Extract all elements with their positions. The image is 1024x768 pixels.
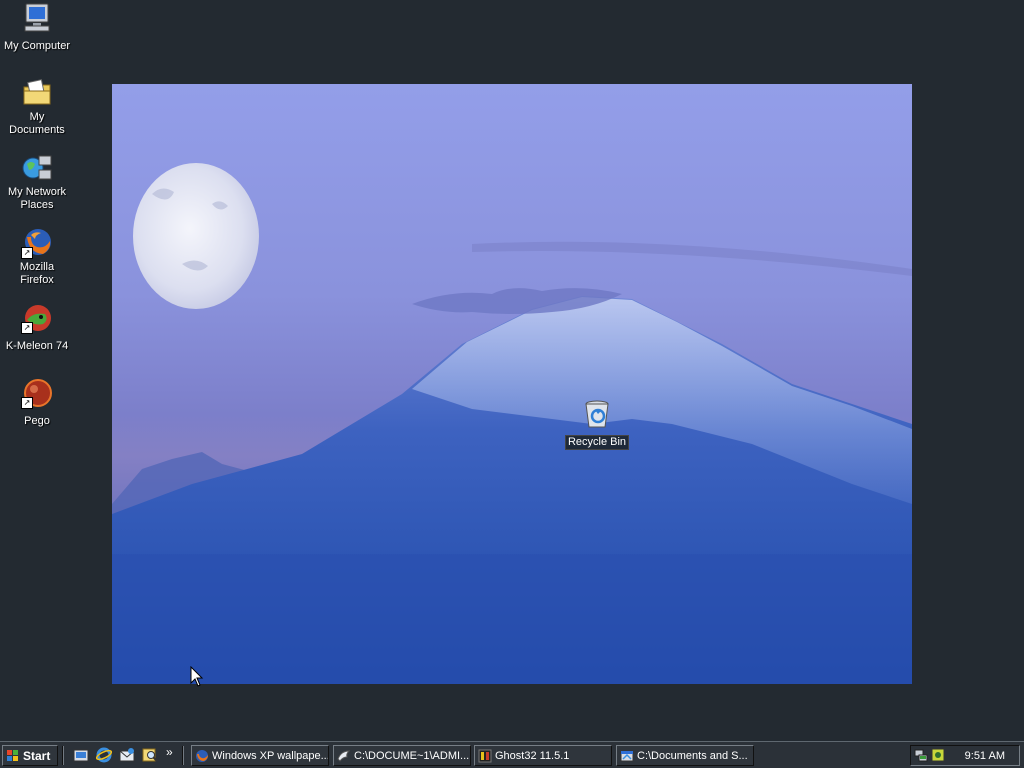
desktop-icon-label: Recycle Bin (564, 435, 630, 450)
task-button-ghost32[interactable]: Ghost32 11.5.1 (474, 745, 612, 766)
computer-icon (21, 2, 53, 34)
task-button-firefox[interactable]: Windows XP wallpape... (191, 745, 329, 766)
ghost-icon (478, 749, 492, 763)
desktop-icon-my-computer[interactable]: My Computer (0, 2, 74, 54)
shortcut-arrow-icon: ↗ (21, 322, 33, 334)
taskbar-clock[interactable]: 9:51 AM (965, 750, 1005, 762)
desktop[interactable]: My Computer My Documents My Network Plac… (0, 0, 1024, 741)
bird-icon (337, 749, 351, 763)
shortcut-arrow-icon: ↗ (21, 397, 33, 409)
system-tray: 9:51 AM (910, 745, 1020, 766)
task-button-label: Windows XP wallpape... (212, 749, 329, 762)
task-button-label: C:\DOCUME~1\ADMI... (354, 749, 470, 762)
start-label: Start (23, 748, 51, 763)
taskbar-separator (182, 746, 184, 765)
folder-documents-icon (21, 77, 53, 109)
desktop-icon-label: K-Meleon 74 (5, 340, 69, 352)
desktop-icon-label: Mozilla Firefox (19, 261, 55, 286)
firefox-icon (195, 749, 209, 763)
desktop-icon-recycle-bin[interactable]: Recycle Bin (560, 398, 634, 450)
desktop-icon-label: Pego (24, 415, 50, 427)
outlook-express-icon[interactable] (119, 747, 135, 763)
kmeleon-icon: ↗ (21, 302, 53, 334)
shortcut-arrow-icon: ↗ (21, 247, 33, 259)
taskbar: Start » Windows XP wallpape... C:\DOCUME… (0, 741, 1024, 768)
desktop-icon-label: My Computer (3, 40, 71, 52)
search-icon[interactable] (142, 747, 158, 763)
explorer-window-icon (620, 749, 634, 763)
wallpaper-image (112, 84, 912, 684)
task-button-label: Ghost32 11.5.1 (495, 749, 570, 762)
wallpaper-mountain-moon (112, 84, 912, 684)
desktop-icon-label: My Network Places (7, 186, 67, 211)
mouse-cursor-icon (190, 665, 204, 693)
task-button-explorer[interactable]: C:\Documents and S... (616, 745, 754, 766)
task-button-label: C:\Documents and S... (637, 749, 748, 762)
taskbar-separator (62, 746, 64, 765)
pego-icon: ↗ (21, 377, 53, 409)
firefox-icon: ↗ (21, 227, 53, 259)
network-places-icon (21, 152, 53, 184)
quick-launch-more-chevron[interactable]: » (166, 745, 173, 759)
task-button-command-window[interactable]: C:\DOCUME~1\ADMI... (333, 745, 471, 766)
desktop-icon-pego[interactable]: ↗ Pego (0, 377, 74, 429)
desktop-icon-k-meleon[interactable]: ↗ K-Meleon 74 (0, 302, 74, 354)
desktop-icon-mozilla-firefox[interactable]: ↗ Mozilla Firefox (0, 227, 74, 288)
desktop-icon-my-network-places[interactable]: My Network Places (0, 152, 74, 213)
windows-logo-icon (6, 749, 20, 763)
network-tray-icon[interactable] (914, 748, 928, 762)
recycle-bin-icon (581, 398, 613, 430)
internet-explorer-icon[interactable] (95, 747, 113, 763)
utility-tray-icon[interactable] (931, 748, 945, 762)
desktop-icon-label: My Documents (9, 111, 65, 136)
show-desktop-icon[interactable] (73, 747, 89, 763)
desktop-icon-my-documents[interactable]: My Documents (0, 77, 74, 138)
start-button[interactable]: Start (2, 745, 58, 766)
